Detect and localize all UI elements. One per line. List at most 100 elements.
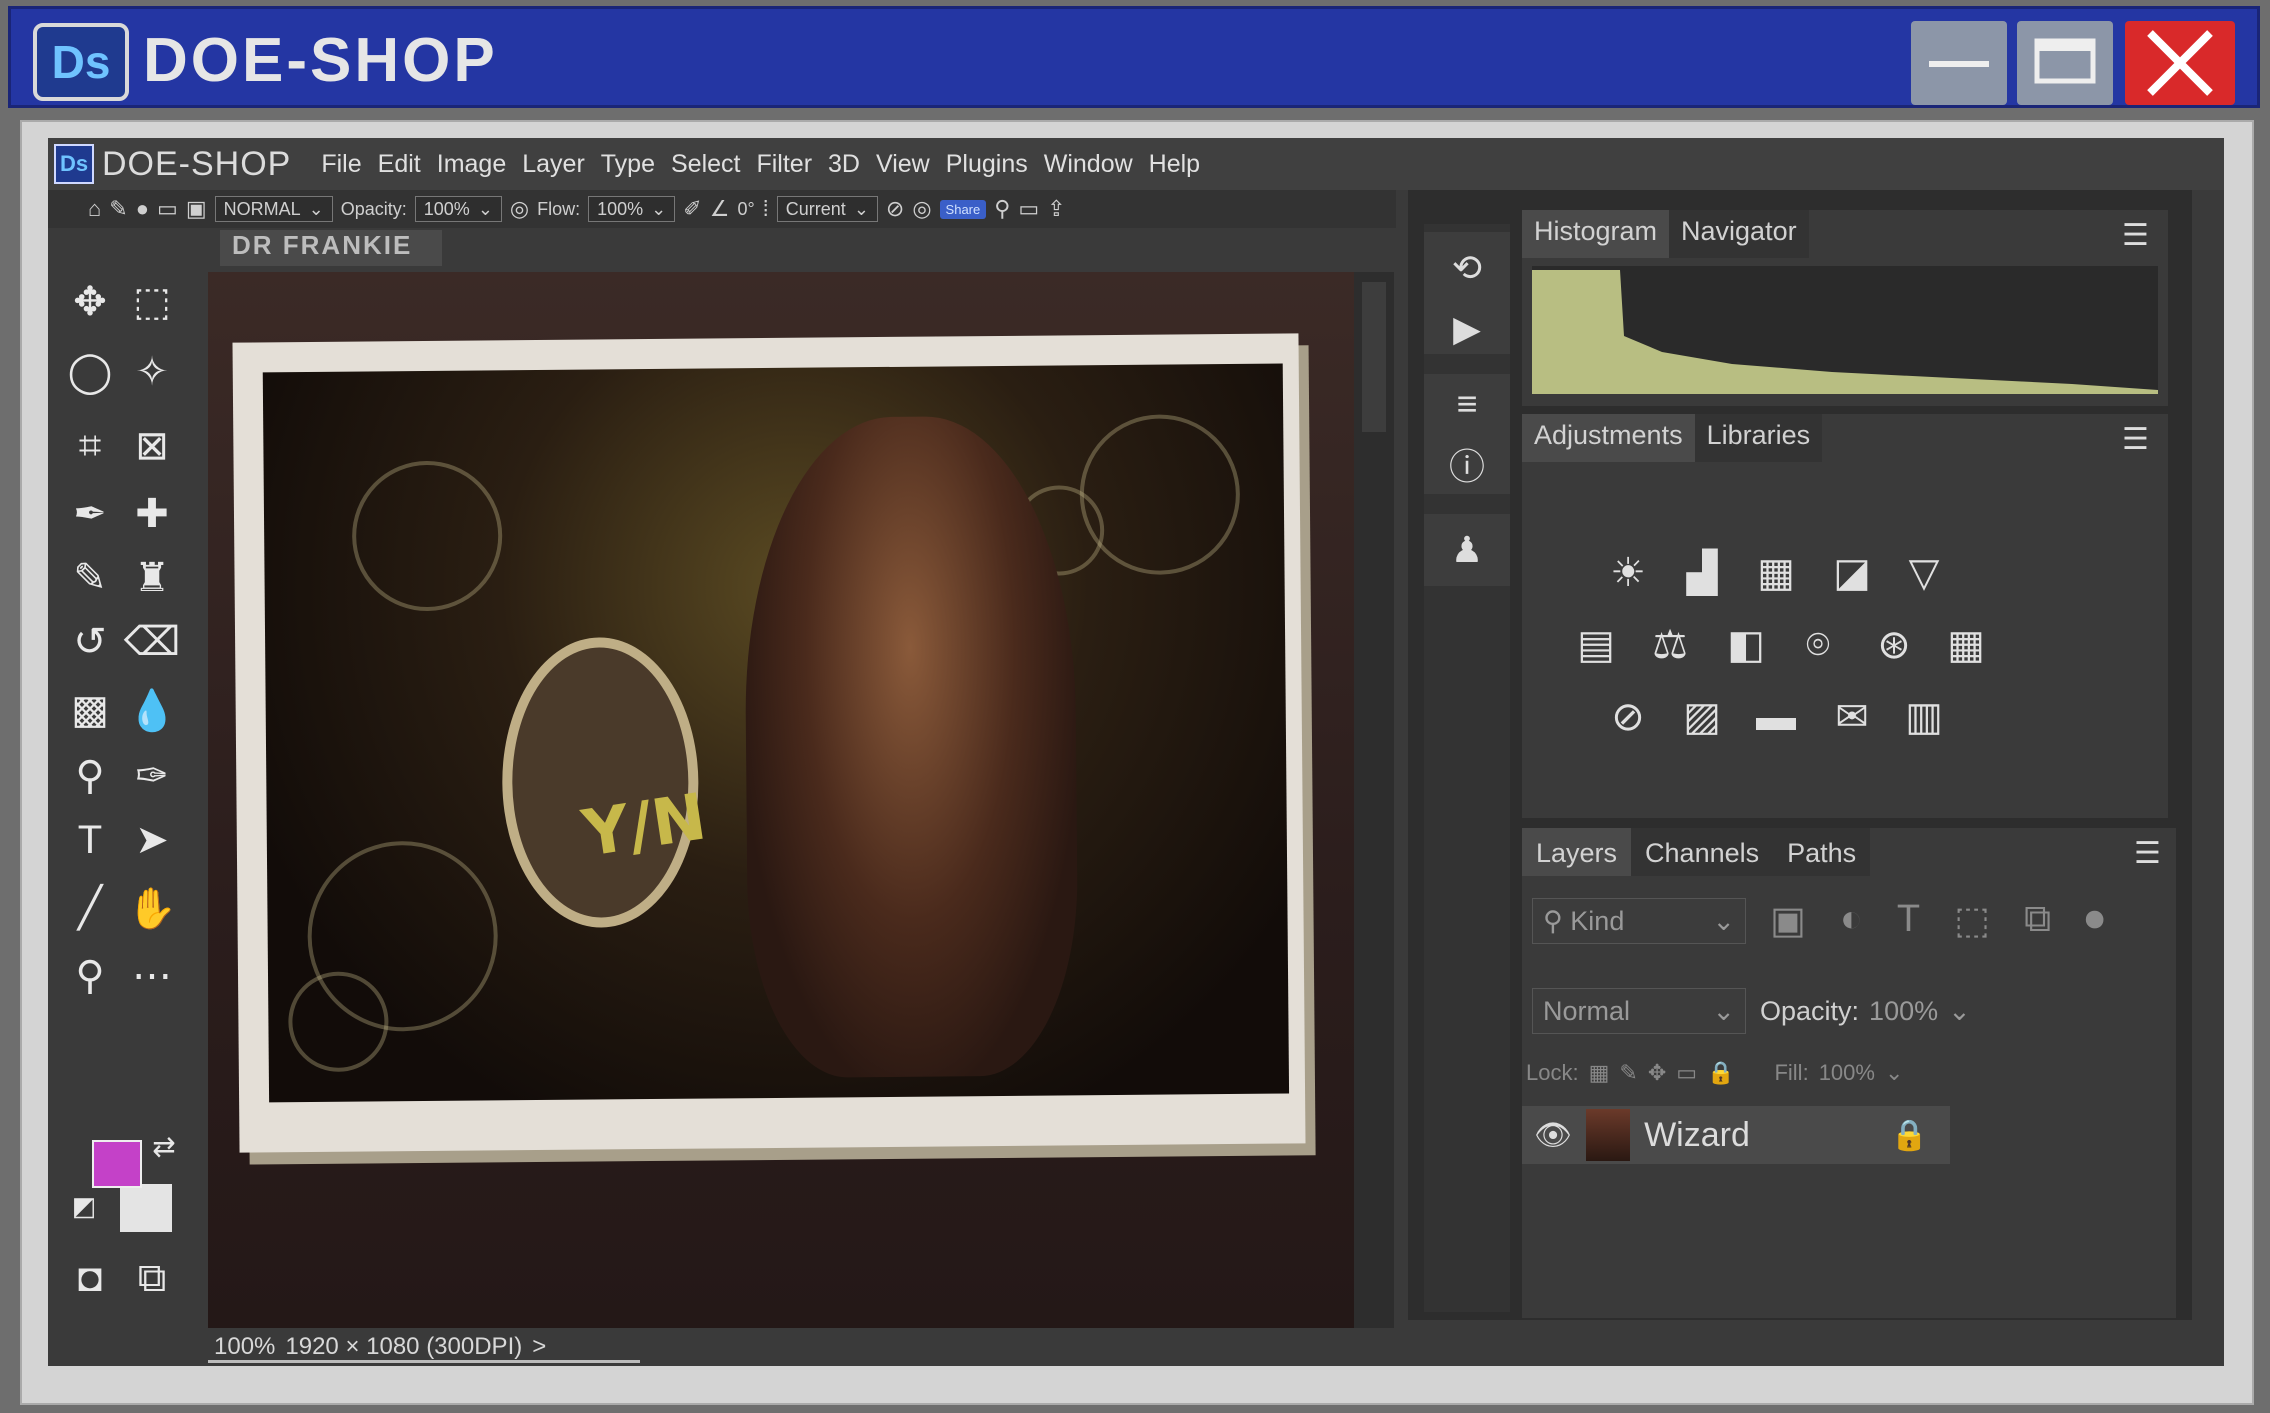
posterize-icon[interactable]: ▨ [1674, 692, 1730, 742]
channel-mixer-icon[interactable]: ⊛ [1866, 620, 1922, 670]
status-menu-arrow[interactable]: > [532, 1333, 546, 1361]
curves-icon[interactable]: ▦ [1748, 548, 1804, 598]
move-tool-icon[interactable]: ✥ [60, 272, 120, 332]
export-icon[interactable]: ⇪ [1047, 196, 1065, 222]
lock-artboard-icon[interactable]: ▭ [1676, 1060, 1697, 1086]
angle-value[interactable]: 0° [737, 199, 754, 220]
hue-saturation-icon[interactable]: ▤ [1568, 620, 1624, 670]
minimize-button[interactable] [1911, 21, 2007, 105]
mode-select[interactable]: NORMAL ⌄ [214, 196, 333, 222]
selective-color-icon[interactable]: ▥ [1896, 692, 1952, 742]
chevron-down-icon[interactable]: ⌄ [1948, 996, 1971, 1027]
ignore-adjustments-icon[interactable]: ⊘ [886, 196, 904, 222]
actions-play-icon[interactable]: ▶ [1424, 304, 1510, 354]
tab-layers[interactable]: Layers [1522, 828, 1632, 876]
hand-tool-icon[interactable]: ✋ [122, 878, 182, 938]
filter-shape-icon[interactable]: ⬚ [1954, 898, 1990, 943]
info-panel-icon[interactable]: ⓘ [1424, 434, 1510, 494]
frame-tool-icon[interactable]: ⊠ [122, 416, 182, 476]
target-icon[interactable]: ◎ [912, 196, 931, 222]
lasso-tool-icon[interactable]: ◯ [60, 342, 120, 402]
vertical-scrollbar[interactable] [1354, 272, 1394, 1328]
tab-channels[interactable]: Channels [1631, 828, 1774, 876]
lock-transparent-icon[interactable]: ▦ [1589, 1060, 1610, 1086]
layer-row[interactable]: 👁 Wizard 🔒 [1522, 1106, 1950, 1164]
home-icon[interactable]: ⌂ [88, 196, 101, 222]
lock-paint-icon[interactable]: ✎ [1619, 1060, 1637, 1086]
share-button[interactable]: Share [939, 199, 987, 219]
type-tool-icon[interactable]: T [60, 810, 120, 870]
foreground-color-swatch[interactable] [92, 1140, 142, 1188]
lock-position-icon[interactable]: ✥ [1648, 1060, 1666, 1086]
clone-stamp-tool-icon[interactable]: ♜ [122, 548, 182, 608]
menu-help[interactable]: Help [1149, 150, 1200, 179]
scrollbar-thumb[interactable] [1362, 282, 1386, 432]
panel-menu-icon[interactable]: ☰ [2122, 218, 2149, 253]
eyedropper-tool-icon[interactable]: ✒ [60, 484, 120, 544]
menu-layer[interactable]: Layer [522, 150, 585, 179]
layer-opacity-value[interactable]: 100% [1869, 996, 1938, 1027]
filter-type-icon[interactable]: T [1897, 898, 1920, 943]
menu-image[interactable]: Image [437, 150, 506, 179]
color-lookup-icon[interactable]: ▦ [1938, 620, 1994, 670]
line-tool-icon[interactable]: ╱ [60, 878, 120, 938]
filter-toggle-icon[interactable]: ⏺ [2085, 898, 2104, 943]
path-selection-tool-icon[interactable]: ➤ [122, 810, 182, 870]
flow-field[interactable]: 100% ⌄ [588, 196, 676, 222]
maximize-button[interactable] [2017, 21, 2113, 105]
filter-pixel-icon[interactable]: ▣ [1770, 898, 1806, 943]
chevron-down-icon[interactable]: ⌄ [1885, 1060, 1903, 1086]
threshold-icon[interactable]: ▬ [1748, 692, 1804, 742]
blend-mode-select[interactable]: Normal ⌄ [1532, 988, 1746, 1034]
menu-edit[interactable]: Edit [378, 150, 421, 179]
canvas-area[interactable]: Y/N [208, 272, 1354, 1328]
tab-histogram[interactable]: Histogram [1522, 210, 1670, 258]
sample-select[interactable]: Current ⌄ [776, 196, 878, 222]
menu-window[interactable]: Window [1044, 150, 1133, 179]
filter-smart-object-icon[interactable]: ⧉ [2024, 898, 2051, 943]
default-colors-icon[interactable]: ◩ [66, 1188, 102, 1224]
airbrush-icon[interactable]: ✐ [683, 196, 701, 222]
magic-wand-tool-icon[interactable]: ✧ [122, 342, 182, 402]
menu-filter[interactable]: Filter [756, 150, 812, 179]
color-balance-icon[interactable]: ⚖ [1642, 620, 1698, 670]
panel-menu-icon[interactable]: ☰ [2122, 422, 2149, 457]
menu-view[interactable]: View [876, 150, 930, 179]
exposure-icon[interactable]: ◪ [1824, 548, 1880, 598]
gradient-tool-icon[interactable]: ▩ [60, 680, 120, 740]
filter-adjustment-icon[interactable]: ◐ [1840, 898, 1863, 943]
marquee-tool-icon[interactable]: ⬚ [122, 272, 182, 332]
fill-value[interactable]: 100% [1819, 1060, 1875, 1086]
brush-tool-icon[interactable]: ✎ [60, 548, 120, 608]
opacity-field[interactable]: 100% ⌄ [414, 196, 502, 222]
properties-panel-icon[interactable]: ≡ [1424, 374, 1510, 434]
brush-size-icon[interactable]: ● [136, 196, 149, 222]
history-brush-tool-icon[interactable]: ↺ [60, 612, 120, 672]
black-white-icon[interactable]: ◧ [1718, 620, 1774, 670]
menu-3d[interactable]: 3D [828, 150, 860, 179]
close-button[interactable] [2125, 21, 2235, 105]
history-panel-icon[interactable]: ⟲ [1424, 232, 1510, 304]
symmetry-icon[interactable]: ⁞ [763, 196, 769, 222]
tab-libraries[interactable]: Libraries [1694, 414, 1823, 462]
invert-icon[interactable]: ⊘ [1600, 692, 1656, 742]
photo-filter-icon[interactable]: ⌾ [1790, 620, 1846, 670]
menu-select[interactable]: Select [671, 150, 740, 179]
quick-mask-icon[interactable]: ◘ [60, 1248, 120, 1308]
folder-icon[interactable]: ▭ [157, 196, 178, 222]
brightness-contrast-icon[interactable]: ☀ [1600, 548, 1656, 598]
tab-adjustments[interactable]: Adjustments [1522, 414, 1695, 462]
lock-all-icon[interactable]: 🔒 [1707, 1060, 1734, 1086]
clone-source-panel-icon[interactable]: ♟ [1424, 514, 1510, 586]
search-icon[interactable]: ⚲ [994, 196, 1010, 222]
workspace-icon[interactable]: ▭ [1018, 196, 1039, 222]
levels-icon[interactable]: ▟ [1674, 548, 1730, 598]
tab-paths[interactable]: Paths [1773, 828, 1871, 876]
pressure-opacity-icon[interactable]: ◎ [510, 196, 529, 222]
layer-filter-select[interactable]: ⚲ Kind ⌄ [1532, 898, 1746, 944]
screen-mode-icon[interactable]: ⧉ [122, 1248, 182, 1308]
swap-colors-icon[interactable]: ⇄ [146, 1128, 182, 1164]
menu-plugins[interactable]: Plugins [946, 150, 1028, 179]
more-tools-icon[interactable]: ⋯ [122, 946, 182, 1006]
healing-brush-tool-icon[interactable]: ✚ [122, 484, 182, 544]
